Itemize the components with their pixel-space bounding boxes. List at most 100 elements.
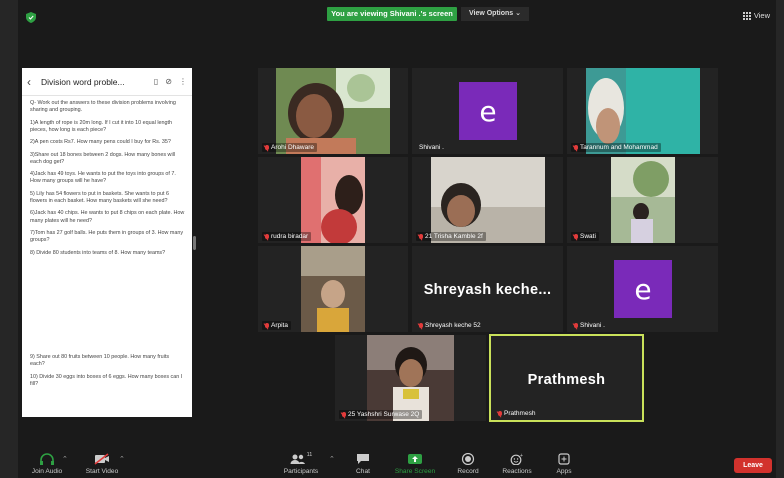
grid-view-icon xyxy=(742,11,751,20)
apps-label: Apps xyxy=(556,468,572,475)
participant-name: Arpita xyxy=(271,322,288,329)
share-screen-icon xyxy=(408,454,422,464)
document-paragraph: 9) Share out 80 fruits between 10 people… xyxy=(30,354,170,368)
view-button[interactable]: View xyxy=(742,11,770,20)
participant-tile[interactable]: Shreyash keche... Shreyash keche 52 xyxy=(412,246,563,332)
document-body: Q- Work out the answers to these divisio… xyxy=(22,96,192,257)
view-options-button[interactable]: View Options ⌄ xyxy=(461,7,529,21)
document-paragraph: 4)Jack has 49 toys. He wants to put the … xyxy=(30,171,176,185)
participant-name: Shivani . xyxy=(419,144,444,151)
muted-mic-icon xyxy=(265,233,269,240)
muted-mic-icon xyxy=(419,322,423,329)
headphones-icon xyxy=(40,453,54,465)
muted-mic-icon xyxy=(574,233,578,240)
participant-tile[interactable]: rudra biradar xyxy=(258,157,408,243)
viewing-screen-banner: You are viewing Shivani .'s screen xyxy=(327,7,457,21)
leave-button[interactable]: Leave xyxy=(734,458,772,473)
muted-mic-icon xyxy=(498,410,502,417)
participant-name: rudra biradar xyxy=(271,233,309,240)
participants-label: Participants xyxy=(283,468,319,475)
muted-mic-icon xyxy=(574,322,578,329)
muted-mic-icon xyxy=(574,144,578,151)
participant-avatar: e xyxy=(459,82,517,140)
share-screen-label: Share Screen xyxy=(394,468,436,475)
participant-tile[interactable]: e Shivani . xyxy=(412,68,563,154)
document-title: Division word proble... xyxy=(41,76,125,87)
reactions-icon: + xyxy=(510,453,523,465)
book-icon[interactable]: ▯ xyxy=(154,77,158,86)
record-icon xyxy=(461,453,475,465)
participant-tile[interactable]: 25 Yashshri Surwase 2Q xyxy=(335,335,486,421)
participant-video xyxy=(367,335,454,421)
document-paragraph: 5) Lily has 54 flowers to put in baskets… xyxy=(30,190,170,204)
participant-name: Shivani . xyxy=(580,322,605,329)
participant-name: Swati xyxy=(580,233,596,240)
participants-count: 11 xyxy=(306,452,313,458)
participant-tile[interactable]: Arpita xyxy=(258,246,408,332)
document-paragraph: 10) Divide 30 eggs into boxes of 6 eggs.… xyxy=(30,373,183,387)
paperclip-icon[interactable]: ⊘ xyxy=(165,77,172,86)
muted-mic-icon xyxy=(342,411,346,418)
apps-icon xyxy=(558,453,570,465)
participant-name: Arohi Dhaware xyxy=(271,144,314,151)
participant-name: Tarannum and Mohammad xyxy=(580,144,658,151)
participant-tile[interactable]: 21 Trisha Kamble 2f xyxy=(412,157,563,243)
view-label: View xyxy=(753,11,770,20)
participant-video xyxy=(276,68,390,154)
participant-tile[interactable]: Tarannum and Mohammad xyxy=(567,68,718,154)
participant-display-name: Shreyash keche... xyxy=(423,282,552,298)
panel-resize-handle[interactable] xyxy=(193,236,196,250)
participant-display-name: Prathmesh xyxy=(527,372,606,388)
join-audio-label: Join Audio xyxy=(31,468,63,475)
participant-tile[interactable]: Swati xyxy=(567,157,718,243)
record-button[interactable]: Record xyxy=(452,452,484,475)
zoom-meeting-window: You are viewing Shivani .'s screen View … xyxy=(0,0,784,478)
participant-tile-active-speaker[interactable]: Prathmesh Prathmesh xyxy=(489,334,644,422)
apps-button[interactable]: Apps xyxy=(550,452,578,475)
participant-video xyxy=(586,68,700,154)
share-screen-button[interactable]: Share Screen xyxy=(392,452,438,475)
participants-button[interactable]: 11 Participants xyxy=(280,452,322,475)
muted-mic-icon xyxy=(265,144,269,151)
svg-text:+: + xyxy=(520,453,523,459)
record-label: Record xyxy=(457,468,479,475)
participant-name: Shreyash keche 52 xyxy=(425,322,481,329)
chat-button[interactable]: Chat xyxy=(348,452,378,475)
participant-tile[interactable]: Arohi Dhaware xyxy=(258,68,408,154)
view-options-label: View Options xyxy=(468,10,514,17)
participant-video xyxy=(611,157,675,243)
chevron-down-icon: ⌄ xyxy=(515,10,522,17)
document-header: ‹ Division word proble... ▯ ⊘ ⋮ xyxy=(22,68,192,96)
shield-icon[interactable] xyxy=(26,12,36,23)
participants-icon xyxy=(290,454,305,464)
reactions-label: Reactions xyxy=(502,468,532,475)
start-video-button[interactable]: Start Video xyxy=(80,452,124,475)
participant-video xyxy=(431,157,545,243)
document-paragraph: 2)A pen costs Rs7. How many pens could I… xyxy=(30,139,171,146)
reactions-button[interactable]: + Reactions xyxy=(498,452,536,475)
document-paragraph: 6)Jack has 40 chips. He wants to put 8 c… xyxy=(30,210,185,224)
muted-mic-icon xyxy=(265,322,269,329)
chat-label: Chat xyxy=(356,468,370,475)
participant-video xyxy=(301,246,365,332)
document-paragraph: 7)Tom has 27 golf balls. He puts them in… xyxy=(30,229,184,244)
chat-icon xyxy=(357,454,369,464)
audio-options-caret[interactable]: ⌃ xyxy=(62,455,68,463)
participant-name: 21 Trisha Kamble 2f xyxy=(425,233,483,240)
more-options-icon[interactable]: ⋮ xyxy=(179,77,187,86)
participant-name: Prathmesh xyxy=(504,410,536,417)
window-edge-right xyxy=(776,0,784,478)
document-paragraph: 3)Share out 18 bones between 2 dogs. How… xyxy=(30,151,176,165)
participant-video xyxy=(301,157,365,243)
participant-name: 25 Yashshri Surwase 2Q xyxy=(348,411,420,418)
document-page-2: 9) Share out 80 fruits between 10 people… xyxy=(22,345,192,415)
video-off-icon xyxy=(94,453,109,465)
participant-avatar: e xyxy=(614,260,672,318)
video-options-caret[interactable]: ⌃ xyxy=(119,455,125,463)
participants-options-caret[interactable]: ⌃ xyxy=(329,455,335,463)
document-paragraph: 8) Divide 80 students into teams of 8. H… xyxy=(30,249,166,256)
window-edge-left xyxy=(0,0,18,478)
document-paragraph: Q- Work out the answers to these divisio… xyxy=(30,100,176,114)
back-arrow-icon[interactable]: ‹ xyxy=(27,75,41,89)
participant-tile[interactable]: e Shivani . xyxy=(567,246,718,332)
